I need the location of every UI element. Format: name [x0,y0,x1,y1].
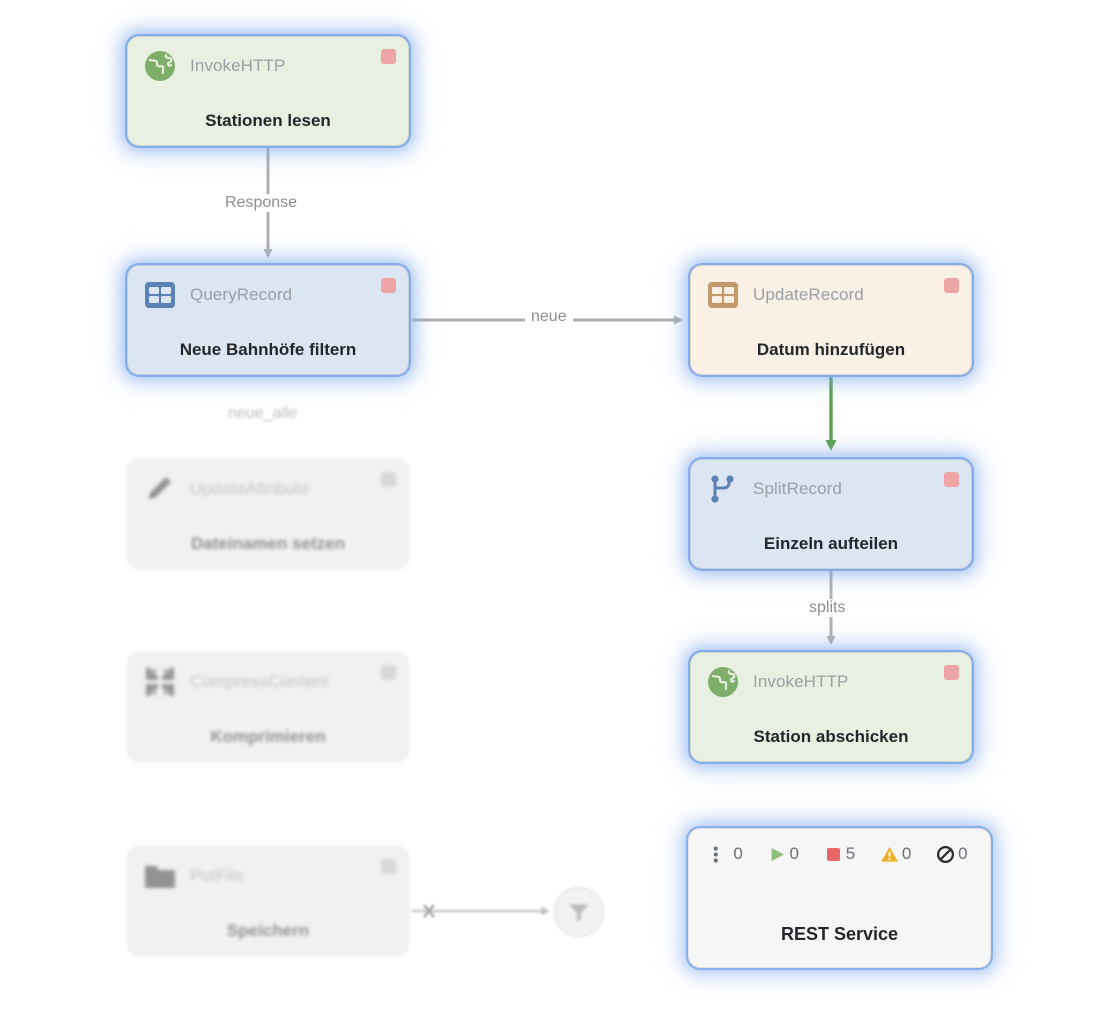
processor-type-label: QueryRecord [190,285,293,304]
processor-name-label: Datum hinzufügen [756,340,906,359]
funnel-icon[interactable] [554,887,604,937]
processor-header: QueryRecord [128,266,408,324]
processor-header: InvokeHTTP [128,37,408,95]
processor-queryrecord-neue-bahnhoefe-filtern[interactable]: QueryRecord Neue Bahnhöfe filtern [127,265,409,375]
pencil-icon [142,471,178,507]
flow-canvas[interactable]: Response neue neue_alle splits InvokeHTT… [0,0,1100,1036]
processor-type-label: InvokeHTTP [190,56,286,75]
status-stopped-icon[interactable] [381,859,396,874]
processor-updaterecord-datum-hinzufuegen[interactable]: UpdateRecord Datum hinzufügen [690,265,972,375]
processor-putfile-speichern[interactable]: PutFile Speichern [127,846,409,956]
connection-putfile-funnel[interactable] [412,904,550,918]
processor-type-label: UpdateRecord [753,285,864,304]
status-stopped-icon[interactable] [381,472,396,487]
stop-square-icon [826,847,840,861]
processor-splitrecord-einzeln-aufteilen[interactable]: SplitRecord Einzeln aufteilen [690,459,972,569]
warning-triangle-icon [881,846,898,862]
processor-name-label: Neue Bahnhöfe filtern [179,340,357,359]
connection-label-neue-alle: neue_alle [222,405,304,423]
processor-compresscontent-komprimieren[interactable]: CompressContent Komprimieren [127,652,409,762]
processor-type-label: InvokeHTTP [753,672,849,691]
table-icon [142,277,178,313]
stat-invalid[interactable]: 0 [880,844,911,864]
stat-transmitting[interactable]: 0 [711,844,743,864]
processor-type-label: PutFile [190,866,244,885]
transmitting-dots-icon [714,846,719,862]
funnel-glyph [569,904,589,922]
process-group-name-label: REST Service [780,924,899,944]
stat-running-value: 0 [789,844,800,863]
status-stopped-icon[interactable] [944,665,959,680]
status-stopped-icon[interactable] [381,49,396,64]
processor-header: PutFile [128,847,408,905]
process-group-status-bar: 0 0 5 0 0 [689,839,990,869]
processor-name-label: Komprimieren [210,727,326,746]
stat-transmitting-value: 0 [733,844,743,863]
globe-icon [705,664,741,700]
branch-icon [705,471,741,507]
processor-type-label: UpdateAttribute [190,479,310,498]
stat-disabled-value: 0 [958,844,968,863]
processor-invokehttp-stationen-lesen[interactable]: InvokeHTTP Stationen lesen [127,36,409,146]
processor-header: InvokeHTTP [691,653,971,711]
play-running-icon [771,847,784,861]
stat-stopped[interactable]: 5 [824,844,855,864]
processor-type-label: SplitRecord [753,479,842,498]
disabled-circle-icon [937,845,955,863]
connection-label-splits: splits [803,599,852,617]
process-group-rest-service[interactable]: 0 0 5 0 0 REST Service [688,828,991,968]
status-stopped-icon[interactable] [381,278,396,293]
stat-disabled[interactable]: 0 [936,844,968,864]
stat-running[interactable]: 0 [768,844,799,864]
stat-invalid-value: 0 [901,844,912,863]
processor-invokehttp-station-abschicken[interactable]: InvokeHTTP Station abschicken [690,652,972,762]
connection-label-response: Response [219,194,304,212]
globe-icon [142,48,178,84]
processor-header: CompressContent [128,653,408,711]
folder-icon [142,858,178,894]
processor-header: SplitRecord [691,460,971,518]
processor-header: UpdateAttribute [128,460,408,518]
processor-header: UpdateRecord [691,266,971,324]
connection-label-neue: neue [525,308,573,326]
stat-stopped-value: 5 [845,844,856,863]
table-icon [705,277,741,313]
processor-updateattribute-dateinamen-setzen[interactable]: UpdateAttribute Dateinamen setzen [127,459,409,569]
processor-name-label: Station abschicken [753,727,909,746]
processor-name-label: Stationen lesen [205,111,331,130]
compress-icon [142,664,178,700]
status-stopped-icon[interactable] [944,278,959,293]
processor-name-label: Dateinamen setzen [191,534,345,553]
processor-name-label: Speichern [226,921,310,940]
processor-type-label: CompressContent [190,672,329,691]
status-stopped-icon[interactable] [381,665,396,680]
processor-name-label: Einzeln aufteilen [763,534,899,553]
status-stopped-icon[interactable] [944,472,959,487]
